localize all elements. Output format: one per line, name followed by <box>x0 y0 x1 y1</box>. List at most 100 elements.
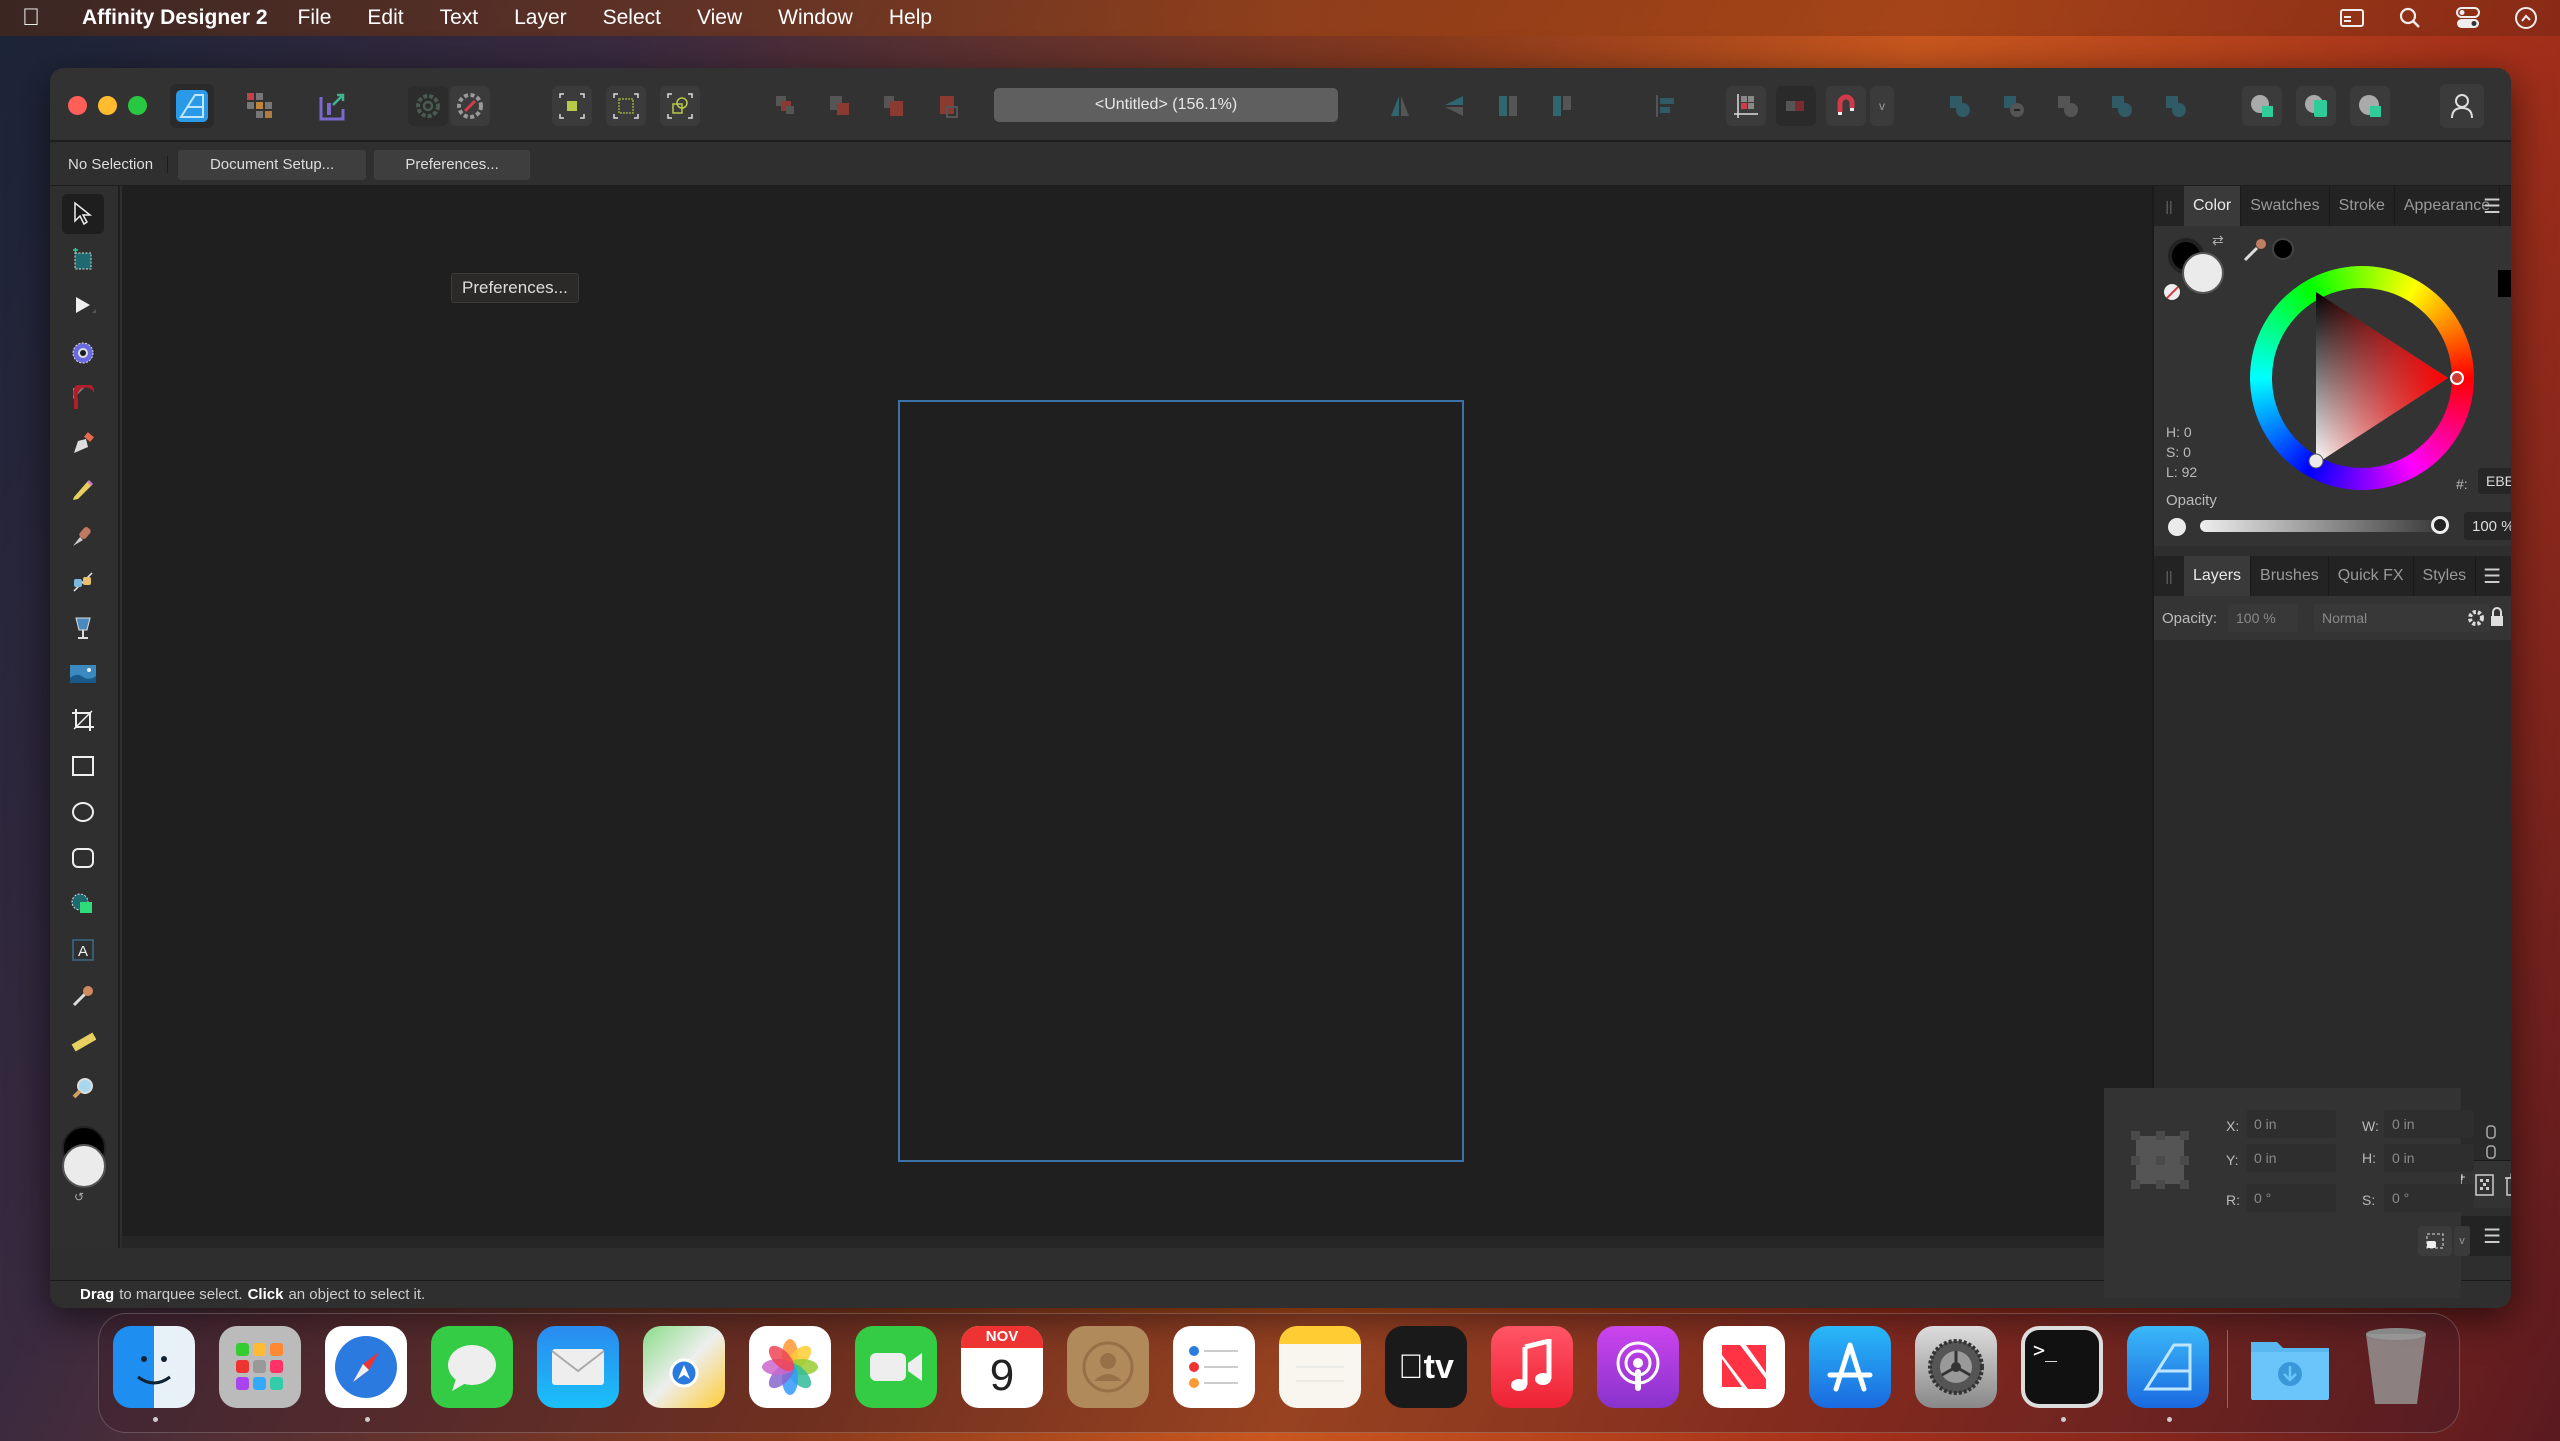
node-tool[interactable] <box>62 286 104 326</box>
rounded-rectangle-tool[interactable] <box>62 838 104 878</box>
tab-brushes[interactable]: Brushes <box>2251 556 2329 596</box>
tab-stroke[interactable]: Stroke <box>2330 186 2395 226</box>
dock-reminders[interactable] <box>1173 1326 1255 1408</box>
artistic-text-tool[interactable]: A <box>62 930 104 970</box>
dock-calendar[interactable]: NOV 9 <box>961 1326 1043 1408</box>
tab-swatches[interactable]: Swatches <box>2241 186 2330 226</box>
invert-selection-button[interactable] <box>660 86 700 126</box>
zoom-window-button[interactable] <box>128 96 147 115</box>
boolean-divide-button[interactable] <box>2156 86 2196 126</box>
export-persona-button[interactable] <box>312 86 352 126</box>
swap-fill-stroke-icon[interactable]: ⇄ <box>2212 232 2224 249</box>
add-pixel-layer-icon[interactable] <box>2474 1173 2496 1197</box>
menu-window[interactable]: Window <box>778 6 853 30</box>
spotlight-search-icon[interactable] <box>2396 6 2424 30</box>
account-button[interactable] <box>2440 84 2484 128</box>
link-aspect-icon[interactable] <box>2484 1124 2498 1160</box>
menu-view[interactable]: View <box>697 6 742 30</box>
tab-layers[interactable]: Layers <box>2184 556 2252 596</box>
layer-opacity-input[interactable]: 100 % <box>2228 604 2298 632</box>
select-all-button[interactable] <box>552 86 592 126</box>
pencil-tool[interactable] <box>62 470 104 510</box>
dock-app-store[interactable] <box>1809 1326 1891 1408</box>
siri-clock-icon[interactable] <box>2512 6 2540 30</box>
insert-top-button[interactable] <box>2350 86 2390 126</box>
transform-options-button[interactable] <box>2418 1226 2452 1256</box>
gear-icon[interactable] <box>2466 608 2486 628</box>
contour-tool[interactable] <box>62 332 104 372</box>
hamburger-menu-icon[interactable]: ☰ <box>2483 1224 2501 1249</box>
x-input[interactable]: 0 in <box>2246 1110 2336 1138</box>
panel-grip-icon[interactable]: || <box>2154 556 2184 596</box>
crop-tool[interactable] <box>62 700 104 740</box>
opacity-slider-handle[interactable] <box>2431 516 2449 534</box>
view-mode-button[interactable] <box>408 86 448 126</box>
boolean-subtract-button[interactable] <box>1994 86 2034 126</box>
dock-tv[interactable]: tv <box>1385 1326 1467 1408</box>
panel-grip-icon[interactable]: || <box>2154 186 2184 226</box>
close-window-button[interactable] <box>68 96 87 115</box>
snapping-settings-button[interactable] <box>450 86 490 126</box>
move-back-one-button[interactable] <box>766 86 806 126</box>
snapping-magnet-button[interactable] <box>1826 86 1866 126</box>
preferences-button[interactable]: Preferences... <box>374 149 531 180</box>
place-image-tool[interactable] <box>62 654 104 694</box>
move-to-back-button[interactable] <box>874 86 914 126</box>
move-to-front-button[interactable] <box>928 86 968 126</box>
dock-mail[interactable] <box>537 1326 619 1408</box>
eyedropper-icon[interactable] <box>2242 236 2270 264</box>
tab-color[interactable]: Color <box>2184 186 2242 226</box>
document-title-field[interactable]: <Untitled> (156.1%) <box>994 88 1338 122</box>
shape-builder-tool[interactable] <box>62 884 104 924</box>
insert-inside-button[interactable] <box>2296 86 2336 126</box>
minimize-window-button[interactable] <box>98 96 117 115</box>
rotate-right-button[interactable] <box>1542 86 1582 126</box>
layers-list[interactable] <box>2154 640 2511 1160</box>
menu-file[interactable]: File <box>298 6 332 30</box>
transform-options-dropdown[interactable]: v <box>2454 1226 2470 1256</box>
color-handle[interactable] <box>2308 453 2324 469</box>
zoom-tool[interactable] <box>62 1068 104 1108</box>
horizontal-scrollbar[interactable] <box>122 1236 2152 1248</box>
dock-contacts[interactable] <box>1067 1326 1149 1408</box>
corner-tool[interactable] <box>62 378 104 418</box>
boolean-xor-button[interactable] <box>2102 86 2142 126</box>
menu-edit[interactable]: Edit <box>367 6 403 30</box>
hamburger-menu-icon[interactable]: ☰ <box>2483 194 2501 219</box>
black-swatch[interactable] <box>2498 270 2511 297</box>
picked-color-swatch[interactable] <box>2272 238 2294 260</box>
rectangle-tool[interactable] <box>62 746 104 786</box>
rotate-left-button[interactable] <box>1488 86 1528 126</box>
opacity-input[interactable]: 100 % <box>2464 512 2511 540</box>
dock-system-settings[interactable] <box>1915 1326 1997 1408</box>
swap-colors-icon[interactable]: ↺ <box>74 1190 84 1204</box>
vector-flood-fill-tool[interactable] <box>62 562 104 602</box>
snapping-options-dropdown[interactable]: v <box>1870 86 1894 126</box>
opacity-slider[interactable] <box>2200 516 2449 534</box>
menu-select[interactable]: Select <box>603 6 661 30</box>
boolean-intersect-button[interactable] <box>2048 86 2088 126</box>
shear-input[interactable]: 0 ° <box>2384 1184 2474 1212</box>
flip-horizontal-button[interactable] <box>1380 86 1420 126</box>
dock-launchpad[interactable] <box>219 1326 301 1408</box>
menu-layer[interactable]: Layer <box>514 6 567 30</box>
menu-help[interactable]: Help <box>889 6 932 30</box>
dock-messages[interactable] <box>431 1326 513 1408</box>
no-color-icon[interactable] <box>2164 284 2180 300</box>
artboard[interactable] <box>898 400 1464 1162</box>
hamburger-menu-icon[interactable]: ☰ <box>2483 564 2501 589</box>
dock-podcasts[interactable] <box>1597 1326 1679 1408</box>
app-menu[interactable]: Affinity Designer 2 <box>82 6 268 30</box>
dock-finder[interactable] <box>113 1326 195 1408</box>
insert-behind-button[interactable] <box>2242 86 2282 126</box>
dock-trash[interactable] <box>2355 1326 2437 1408</box>
select-none-button[interactable] <box>606 86 646 126</box>
anchor-point-selector[interactable] <box>2128 1128 2192 1192</box>
fill-tool[interactable] <box>62 608 104 648</box>
trash-icon[interactable] <box>2504 1173 2511 1197</box>
apple-menu-icon[interactable]:  <box>22 4 62 32</box>
dock-photos[interactable] <box>749 1326 831 1408</box>
document-setup-button[interactable]: Document Setup... <box>178 149 367 180</box>
align-button[interactable] <box>1646 86 1686 126</box>
dock-maps[interactable] <box>643 1326 725 1408</box>
